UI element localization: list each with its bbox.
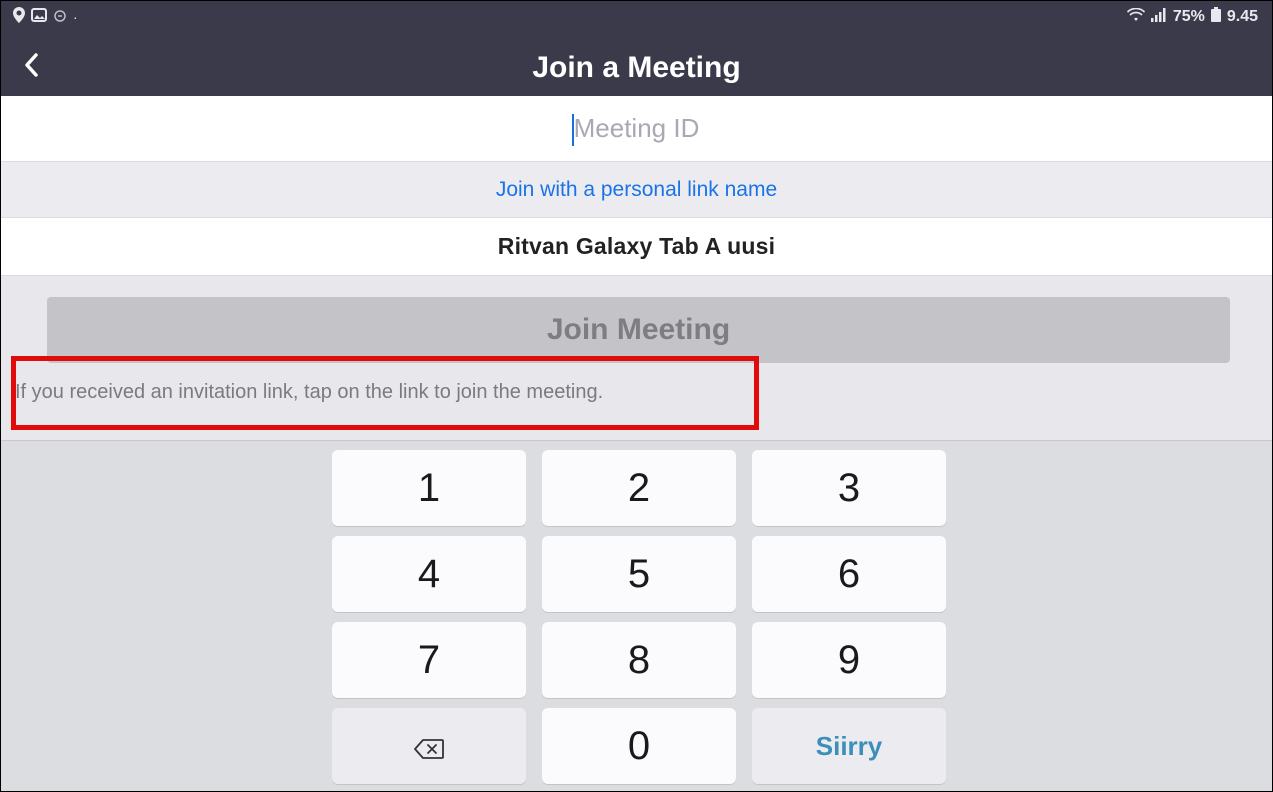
backspace-icon — [414, 724, 444, 769]
go-key[interactable]: Siirry — [752, 708, 946, 784]
key-4[interactable]: 4 — [332, 536, 526, 612]
status-right: 75% 9.45 — [1126, 7, 1258, 27]
status-time: 9.45 — [1226, 8, 1258, 25]
status-left: · — [13, 7, 78, 26]
key-8[interactable]: 8 — [542, 622, 736, 698]
meeting-id-input[interactable] — [1, 95, 1272, 162]
key-9[interactable]: 9 — [752, 622, 946, 698]
personal-link-name-link[interactable]: Join with a personal link name — [496, 178, 777, 202]
invitation-hint-text: If you received an invitation link, tap … — [15, 381, 604, 403]
key-7[interactable]: 7 — [332, 622, 526, 698]
page-title: Join a Meeting — [532, 51, 741, 84]
location-icon — [13, 7, 25, 26]
display-name-field[interactable]: Ritvan Galaxy Tab A uusi — [498, 233, 775, 260]
key-2[interactable]: 2 — [542, 450, 736, 526]
personal-link-row: Join with a personal link name — [1, 162, 1272, 218]
backspace-key[interactable] — [332, 708, 526, 784]
key-3[interactable]: 3 — [752, 450, 946, 526]
top-bar: · 75% 9.45 Join a Meeting — [1, 1, 1272, 96]
wifi-icon — [1126, 7, 1145, 27]
gallery-icon — [31, 8, 47, 25]
text-cursor — [572, 114, 574, 146]
join-meeting-button[interactable]: Join Meeting — [47, 297, 1230, 363]
battery-percent: 75% — [1172, 8, 1205, 25]
key-0[interactable]: 0 — [542, 708, 736, 784]
signal-icon — [1150, 7, 1167, 27]
status-dot: · — [73, 8, 78, 25]
meeting-id-row — [1, 95, 1272, 162]
key-5[interactable]: 5 — [542, 536, 736, 612]
battery-icon — [1210, 7, 1221, 27]
app-frame: · 75% 9.45 Join a Meeting Join with a — [0, 0, 1273, 792]
key-1[interactable]: 1 — [332, 450, 526, 526]
key-6[interactable]: 6 — [752, 536, 946, 612]
cloud-icon — [53, 9, 67, 25]
go-key-label: Siirry — [815, 730, 883, 761]
display-name-row[interactable]: Ritvan Galaxy Tab A uusi — [1, 218, 1272, 276]
